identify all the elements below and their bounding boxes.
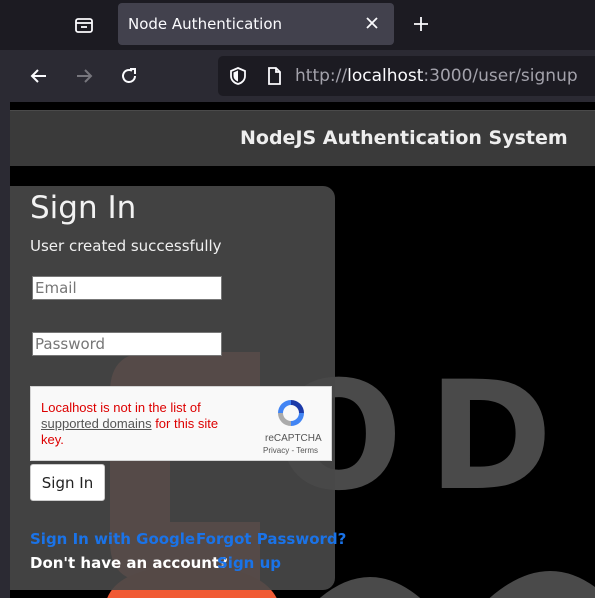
privacy-link[interactable]: Privacy	[263, 446, 289, 455]
url-text[interactable]: http://localhost:3000/user/signup	[295, 66, 578, 86]
supported-domains-link[interactable]: supported domains	[41, 416, 152, 431]
signin-button[interactable]: Sign In	[30, 464, 105, 501]
google-signin-link[interactable]: Sign In with Google	[30, 530, 195, 548]
recaptcha-links: Privacy - Terms	[263, 446, 318, 455]
new-tab-icon[interactable]	[406, 8, 436, 40]
tab-list-icon[interactable]	[62, 4, 106, 46]
site-title: NodeJS Authentication System	[240, 127, 568, 149]
url-bar[interactable]: http://localhost:3000/user/signup	[218, 56, 595, 96]
close-icon[interactable]	[360, 11, 384, 35]
email-field[interactable]	[32, 276, 222, 300]
browser-tab-bar: Node Authentication	[0, 0, 595, 50]
url-host: localhost	[347, 66, 424, 86]
forgot-password-link[interactable]: Forgot Password?	[196, 530, 346, 548]
window-edge	[0, 102, 10, 598]
url-path: :3000/user/signup	[423, 66, 578, 86]
recaptcha-brand: reCAPTCHA	[265, 433, 322, 444]
password-field[interactable]	[32, 332, 222, 356]
no-account-text: Don't have an account?	[30, 554, 228, 572]
url-scheme: http://	[295, 66, 348, 86]
terms-link[interactable]: Terms	[296, 446, 318, 455]
site-header: NodeJS Authentication System	[10, 110, 595, 166]
recaptcha-error-text: Localhost is not in the list of	[41, 400, 201, 415]
background-letter: D	[428, 350, 553, 524]
signup-link[interactable]: Sign up	[217, 554, 281, 572]
reload-icon[interactable]	[115, 62, 143, 90]
recaptcha-error: Localhost is not in the list of supported…	[41, 400, 241, 448]
background-letter-tops	[319, 571, 595, 598]
signin-card: Sign In User created successfully Localh…	[10, 186, 346, 590]
recaptcha-icon	[275, 397, 307, 433]
forward-arrow-icon[interactable]	[70, 62, 98, 90]
page-content: O D NodeJS Authentication System Sign In…	[10, 102, 595, 598]
page-icon[interactable]	[264, 66, 284, 90]
recaptcha-widget[interactable]: Localhost is not in the list of supported…	[30, 386, 332, 461]
status-message: User created successfully	[30, 237, 222, 255]
page-title: Sign In	[30, 190, 137, 226]
shield-icon[interactable]	[228, 66, 248, 90]
tab-node-authentication[interactable]: Node Authentication	[118, 3, 394, 45]
tab-title: Node Authentication	[128, 15, 283, 33]
back-arrow-icon[interactable]	[25, 62, 53, 90]
